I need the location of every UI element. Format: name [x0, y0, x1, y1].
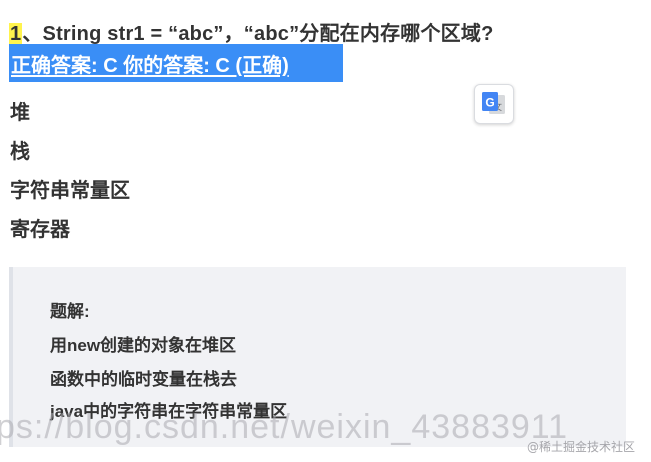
question-title: 1、String str1 = “abc”，“abc”分配在内存哪个区域? — [9, 17, 493, 46]
explanation-line: 函数中的临时变量在栈去 — [50, 370, 237, 389]
question-text: 、String str1 = “abc”，“abc”分配在内存哪个区域? — [22, 23, 494, 45]
juejin-watermark: @稀土掘金技术社区 — [527, 440, 636, 454]
csdn-watermark: ps://blog.csdn.net/weixin_43883911 — [0, 408, 569, 446]
explanation-title: 题解: — [50, 302, 90, 321]
explanation-line: 用new创建的对象在堆区 — [50, 336, 237, 355]
answer-text: 正确答案: C 你的答案: C (正确) — [11, 54, 289, 77]
option-c[interactable]: 字符串常量区 — [10, 174, 130, 203]
translate-button[interactable]: 文 G — [474, 84, 514, 124]
option-a[interactable]: 堆 — [10, 96, 30, 125]
google-translate-icon: 文 G — [482, 92, 505, 114]
option-d[interactable]: 寄存器 — [10, 213, 70, 242]
answer-result: 正确答案: C 你的答案: C (正确) — [9, 44, 343, 82]
svg-text:G: G — [485, 96, 494, 110]
question-number: 1 — [9, 23, 23, 45]
option-b[interactable]: 栈 — [10, 135, 30, 164]
